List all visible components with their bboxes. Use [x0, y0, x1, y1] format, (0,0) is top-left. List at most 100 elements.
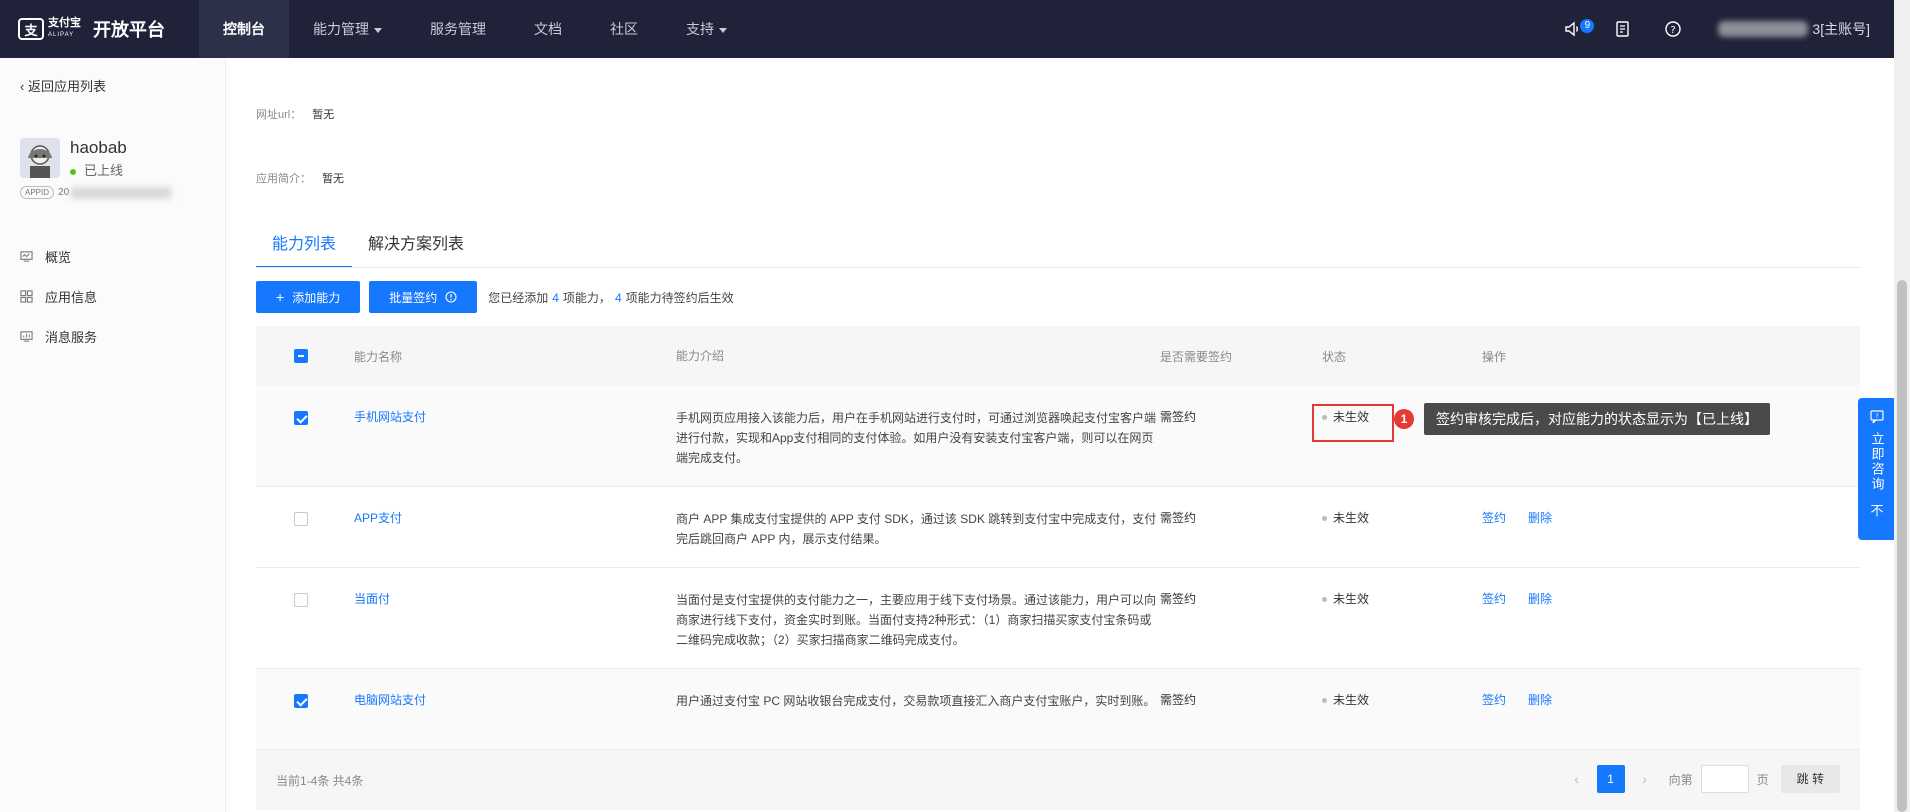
- page-scrollbar[interactable]: [1894, 0, 1910, 812]
- chevron-left-icon: ‹: [20, 79, 25, 94]
- nav-support[interactable]: 支持: [662, 0, 751, 58]
- goto-page-input[interactable]: [1700, 765, 1749, 793]
- header-need-sign: 是否需要签约: [1160, 349, 1233, 364]
- logo-en: ALIPAY: [48, 32, 75, 38]
- header-capability-name: 能力名称: [354, 349, 403, 364]
- status-dot: [1322, 516, 1327, 522]
- blurred-username: [1718, 21, 1809, 37]
- next-page-icon[interactable]: ›: [1633, 771, 1657, 787]
- sign-link[interactable]: 签约: [1482, 511, 1506, 525]
- ops-cell: 签约 删除: [1482, 691, 1860, 708]
- info-icon: [445, 291, 457, 303]
- add-capability-button[interactable]: + 添加能力: [256, 281, 361, 313]
- table-row: 当面付 当面付是支付宝提供的支付能力之一，主要应用于线下支付场景。通过该能力，用…: [256, 568, 1860, 669]
- delete-link[interactable]: 删除: [1528, 592, 1552, 606]
- chat-icon: ?: [1870, 410, 1884, 424]
- appid-tag: APPID: [20, 186, 55, 199]
- status-cell: 未生效: [1322, 691, 1482, 708]
- sign-link[interactable]: 签约: [1482, 592, 1506, 606]
- page-number-button[interactable]: 1: [1596, 765, 1625, 793]
- alipay-logo-icon: 支: [18, 18, 44, 40]
- intro-value: 暂无: [322, 173, 345, 185]
- capability-name-link[interactable]: 当面付: [354, 592, 390, 606]
- main-content: 网址url： 暂无 应用简介： 暂无 能力列表 解决方案列表 + 添加能力 批量…: [226, 58, 1890, 812]
- sidebar-item-message-service[interactable]: 消息服务: [20, 316, 97, 356]
- plus-icon: +: [276, 289, 285, 305]
- header-operations: 操作: [1482, 349, 1507, 364]
- table-footer: 当前1-4条 共4条 ‹ 1 › 向第 页 跳 转: [256, 750, 1860, 810]
- appid: APPID 20: [20, 186, 172, 199]
- platform-title: 开放平台: [93, 20, 165, 40]
- row-checkbox[interactable]: [294, 694, 308, 708]
- delete-link[interactable]: 删除: [1528, 511, 1552, 525]
- user-account-menu[interactable]: 3[主账号]: [1718, 19, 1870, 39]
- notification-speaker-icon[interactable]: 9: [1562, 18, 1595, 40]
- sign-link[interactable]: 签约: [1482, 693, 1506, 707]
- consult-float-button[interactable]: ? 立即咨询 不: [1858, 398, 1896, 540]
- status-cell: 未生效: [1322, 509, 1482, 526]
- grid-icon: [20, 289, 33, 303]
- task-list-icon[interactable]: [1612, 18, 1634, 40]
- header-capability-intro: 能力介绍: [676, 349, 725, 363]
- delete-link[interactable]: 删除: [1528, 693, 1552, 707]
- sidebar-item-app-info[interactable]: 应用信息: [20, 276, 97, 316]
- tab-solution-list[interactable]: 解决方案列表: [352, 230, 480, 268]
- nav-docs[interactable]: 文档: [510, 0, 586, 58]
- svg-text:?: ?: [1875, 413, 1878, 420]
- table-row: 手机网站支付 手机网页应用接入该能力后，用户在手机网站进行支付时，可通过浏览器唤…: [256, 386, 1860, 487]
- select-all-checkbox[interactable]: [294, 349, 308, 363]
- notification-badge: 9: [1580, 19, 1595, 33]
- capability-name-link[interactable]: APP支付: [354, 511, 402, 525]
- need-sign-value: 需签约: [1160, 511, 1197, 525]
- ops-cell: 签约 删除: [1482, 509, 1860, 526]
- appid-prefix: 20: [58, 187, 70, 198]
- tab-divider: [256, 267, 1860, 268]
- top-navigation-bar: 支 支付宝 ALIPAY 开放平台 控制台 能力管理 服务管理 文档 社区 支持…: [0, 0, 1910, 58]
- intro-field: 应用简介： 暂无: [256, 170, 344, 186]
- action-bar: + 添加能力 批量签约 您已经添加 4 项能力， 4 项能力待签约后生效: [256, 280, 734, 314]
- batch-sign-button[interactable]: 批量签约: [369, 281, 478, 313]
- status-highlight-box: [1312, 404, 1394, 442]
- back-to-app-list-link[interactable]: ‹ 返回应用列表: [20, 76, 106, 95]
- nav-service-management[interactable]: 服务管理: [406, 0, 510, 58]
- logo-cn: 支付宝: [48, 17, 81, 29]
- main-nav: 控制台 能力管理 服务管理 文档 社区 支持: [199, 0, 751, 58]
- prev-page-icon[interactable]: ‹: [1565, 771, 1589, 787]
- callout-tooltip: 签约审核完成后，对应能力的状态显示为【已上线】: [1424, 403, 1770, 435]
- page-unit-label: 页: [1756, 772, 1769, 787]
- nav-capability-management[interactable]: 能力管理: [289, 0, 406, 58]
- chart-monitor-icon: [20, 330, 33, 342]
- table-row: APP支付 商户 APP 集成支付宝提供的 APP 支付 SDK，通过该 SDK…: [256, 487, 1860, 568]
- scrollbar-thumb[interactable]: [1897, 280, 1907, 812]
- svg-text:?: ?: [1671, 25, 1676, 36]
- capability-name-link[interactable]: 手机网站支付: [354, 410, 426, 424]
- nav-console[interactable]: 控制台: [199, 0, 289, 58]
- app-name: haobab: [70, 138, 127, 157]
- row-checkbox[interactable]: [294, 411, 308, 425]
- tab-capability-list[interactable]: 能力列表: [256, 230, 353, 268]
- status-dot: [1322, 597, 1327, 603]
- status-cell: 未生效: [1322, 590, 1482, 607]
- monitor-icon: [20, 250, 33, 262]
- consult-label: 立即咨询: [1869, 432, 1885, 492]
- topbar-actions: 9 ? 3[主账号]: [1534, 0, 1870, 58]
- row-checkbox[interactable]: [294, 512, 308, 526]
- table-header: 能力名称 能力介绍 是否需要签约 状态 操作: [256, 326, 1860, 386]
- row-checkbox[interactable]: [294, 593, 308, 607]
- capability-desc: 当面付是支付宝提供的支付能力之一，主要应用于线下支付场景。通过该能力，用户可以向…: [676, 593, 1157, 647]
- sidebar-item-overview[interactable]: 概览: [20, 236, 97, 276]
- sidebar-menu: 概览 应用信息 消息服务: [20, 236, 97, 356]
- alipay-logo[interactable]: 支 支付宝 ALIPAY 开放平台: [18, 15, 165, 43]
- help-icon[interactable]: ?: [1662, 18, 1684, 40]
- url-value: 暂无: [312, 109, 335, 121]
- nav-community[interactable]: 社区: [586, 0, 662, 58]
- capability-desc: 商户 APP 集成支付宝提供的 APP 支付 SDK，通过该 SDK 跳转到支付…: [676, 512, 1157, 546]
- jump-button[interactable]: 跳 转: [1780, 765, 1840, 793]
- tabs: 能力列表 解决方案列表: [256, 230, 480, 268]
- user-account-label: 3[主账号]: [1812, 21, 1870, 37]
- chevron-down-icon: [374, 27, 382, 33]
- collapse-icon[interactable]: 不: [1870, 502, 1883, 519]
- need-sign-value: 需签约: [1160, 410, 1197, 424]
- capability-name-link[interactable]: 电脑网站支付: [354, 693, 426, 707]
- need-sign-value: 需签约: [1160, 693, 1197, 707]
